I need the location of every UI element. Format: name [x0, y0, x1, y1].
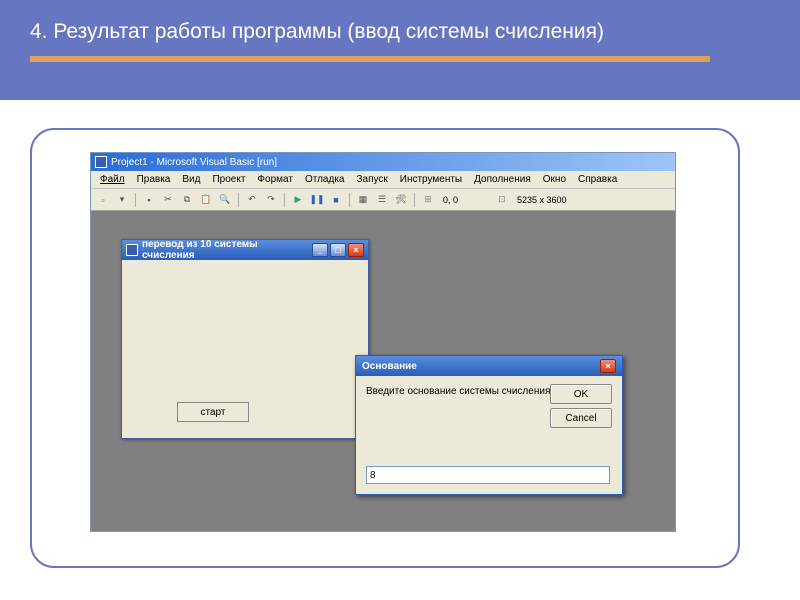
- tb-paste-icon[interactable]: 📋: [198, 192, 214, 208]
- form-title-text: перевод из 10 системы счисления: [142, 239, 308, 261]
- menu-help[interactable]: Справка: [573, 173, 622, 186]
- tb-props-icon[interactable]: ☰: [374, 192, 390, 208]
- tb-sep: [135, 193, 136, 207]
- tb-sep: [284, 193, 285, 207]
- vb-title-text: Project1 - Microsoft Visual Basic [run]: [111, 157, 277, 168]
- cancel-button[interactable]: Cancel: [550, 408, 612, 428]
- inputbox-titlebar[interactable]: Основание ×: [356, 356, 622, 376]
- start-button[interactable]: старт: [177, 402, 249, 422]
- maximize-icon[interactable]: □: [330, 243, 346, 257]
- slide-header: 4. Результат работы программы (ввод сист…: [0, 0, 800, 100]
- tb-toolbox-icon[interactable]: 🛠: [393, 192, 409, 208]
- tb-cut-icon[interactable]: ✂: [160, 192, 176, 208]
- tb-save-icon[interactable]: ▪: [141, 192, 157, 208]
- vb-ide-window: Project1 - Microsoft Visual Basic [run] …: [90, 152, 676, 532]
- menu-tools[interactable]: Инструменты: [395, 173, 467, 186]
- tb-find-icon[interactable]: 🔍: [217, 192, 233, 208]
- tb-coords-pos: 0, 0: [443, 195, 458, 205]
- menu-edit[interactable]: Правка: [132, 173, 176, 186]
- tb-sep: [349, 193, 350, 207]
- tb-run-icon[interactable]: ▶: [290, 192, 306, 208]
- tb-sep: [414, 193, 415, 207]
- form-window: перевод из 10 системы счисления _ □ × ст…: [121, 239, 369, 439]
- tb-coords-size: 5235 x 3600: [517, 195, 567, 205]
- accent-line: [30, 56, 710, 62]
- inputbox-title-text: Основание: [362, 361, 600, 372]
- tb-pause-icon[interactable]: ❚❚: [309, 192, 325, 208]
- menu-file[interactable]: Файл: [95, 173, 130, 186]
- ok-button[interactable]: OK: [550, 384, 612, 404]
- menu-format[interactable]: Формат: [252, 173, 298, 186]
- tb-pos-icon: ⊞: [420, 192, 436, 208]
- tb-copy-icon[interactable]: ⧉: [179, 192, 195, 208]
- menu-addins[interactable]: Дополнения: [469, 173, 536, 186]
- vb-titlebar: Project1 - Microsoft Visual Basic [run]: [91, 153, 675, 171]
- content-frame: Project1 - Microsoft Visual Basic [run] …: [30, 128, 740, 568]
- tb-sep: [238, 193, 239, 207]
- mdi-area: перевод из 10 системы счисления _ □ × ст…: [91, 211, 675, 531]
- menu-debug[interactable]: Отладка: [300, 173, 350, 186]
- menu-view[interactable]: Вид: [177, 173, 205, 186]
- form-icon: [126, 244, 138, 256]
- vb-toolbar: ▫ ▾ ▪ ✂ ⧉ 📋 🔍 ↶ ↷ ▶ ❚❚ ■ ▦ ☰ 🛠 ⊞: [91, 189, 675, 211]
- close-icon[interactable]: ×: [600, 359, 616, 373]
- tb-undo-icon[interactable]: ↶: [244, 192, 260, 208]
- tb-size-icon: ⊡: [494, 192, 510, 208]
- tb-stop-icon[interactable]: ■: [328, 192, 344, 208]
- menu-window[interactable]: Окно: [538, 173, 571, 186]
- menu-run[interactable]: Запуск: [351, 173, 392, 186]
- tb-explorer-icon[interactable]: ▦: [355, 192, 371, 208]
- close-icon[interactable]: ×: [348, 243, 364, 257]
- inputbox-body: Введите основание системы счисления OK C…: [356, 376, 622, 494]
- slide-title: 4. Результат работы программы (ввод сист…: [30, 18, 770, 46]
- menu-project[interactable]: Проект: [207, 173, 250, 186]
- minimize-icon[interactable]: _: [312, 243, 328, 257]
- vb-menubar: Файл Правка Вид Проект Формат Отладка За…: [91, 171, 675, 189]
- vb-app-icon: [95, 156, 107, 168]
- form-body: старт: [122, 260, 368, 438]
- tb-redo-icon[interactable]: ↷: [263, 192, 279, 208]
- tb-open-icon[interactable]: ▾: [114, 192, 130, 208]
- inputbox-field[interactable]: [366, 466, 610, 484]
- tb-new-icon[interactable]: ▫: [95, 192, 111, 208]
- inputbox-dialog: Основание × Введите основание системы сч…: [355, 355, 623, 495]
- form-titlebar[interactable]: перевод из 10 системы счисления _ □ ×: [122, 240, 368, 260]
